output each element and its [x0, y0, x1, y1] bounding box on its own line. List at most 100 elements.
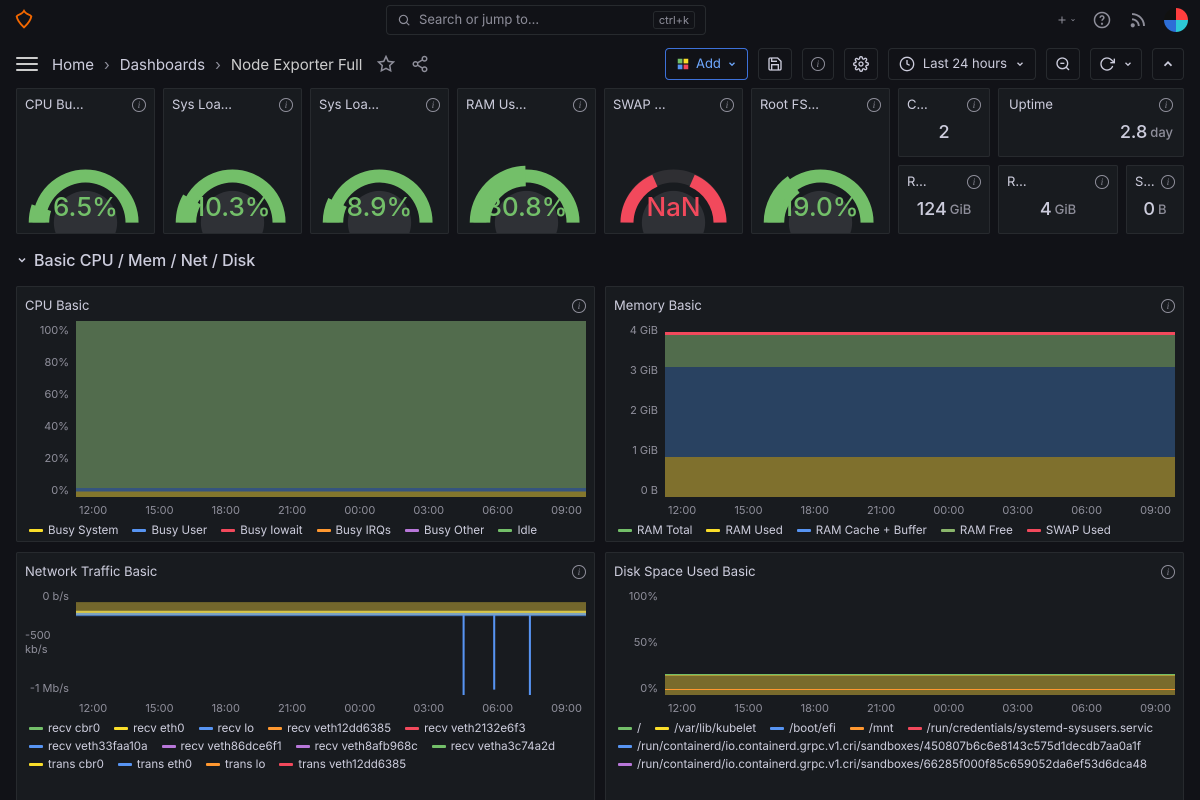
legend-item[interactable]: RAM Cache + Buffer [797, 523, 927, 537]
legend-swatch [29, 529, 43, 532]
info-icon[interactable]: i [426, 98, 440, 112]
legend-swatch [268, 727, 282, 730]
help-icon[interactable] [1092, 10, 1112, 30]
save-button[interactable] [758, 48, 792, 80]
info-icon[interactable]: i [1161, 565, 1175, 579]
legend-swatch [206, 763, 220, 766]
app-topbar: Search or jump to... ctrl+k [0, 0, 1200, 40]
panel-title: SWAP … [613, 97, 714, 113]
refresh-button[interactable] [1090, 48, 1142, 80]
legend-swatch [29, 727, 43, 730]
legend-item[interactable]: /run/credentials/systemd-sysusers.servic [908, 721, 1154, 735]
info-icon[interactable]: i [1161, 175, 1175, 189]
info-icon[interactable]: i [573, 98, 587, 112]
info-icon[interactable]: i [720, 98, 734, 112]
info-icon[interactable]: i [279, 98, 293, 112]
info-icon[interactable]: i [967, 175, 981, 189]
legend-item[interactable]: recv veth2132e6f3 [405, 721, 525, 735]
gauge-panel[interactable]: SWAP …i NaN [604, 88, 743, 234]
chevron-right-icon: › [104, 55, 110, 74]
time-range-picker[interactable]: Last 24 hours [888, 48, 1036, 80]
menu-toggle-button[interactable] [16, 53, 38, 75]
rss-icon[interactable] [1128, 10, 1148, 30]
legend-item[interactable]: recv veth12dd6385 [268, 721, 391, 735]
legend-item[interactable]: Busy System [29, 523, 118, 537]
legend-item[interactable]: Busy User [132, 523, 207, 537]
ram-total-stat[interactable]: R…i4GiB [998, 165, 1118, 234]
info-icon[interactable]: i [132, 98, 146, 112]
chevron-down-icon [727, 59, 737, 69]
legend-item[interactable]: trans veth12dd6385 [279, 757, 406, 771]
swap-total-stat[interactable]: S…i0B [1126, 165, 1184, 234]
legend-item[interactable]: /run/containerd/io.containerd.grpc.v1.cr… [618, 757, 1147, 771]
add-menu-button[interactable] [1056, 10, 1076, 30]
info-icon[interactable]: i [1159, 98, 1173, 112]
dashboard-toolbar: Home › Dashboards › Node Exporter Full A… [0, 40, 1200, 88]
uptime-stat[interactable]: Uptimei2.8day [998, 88, 1184, 157]
settings-button[interactable] [844, 48, 878, 80]
legend-item[interactable]: recv vetha3c74a2d [432, 739, 555, 753]
legend-swatch [296, 745, 310, 748]
legend-item[interactable]: recv lo [199, 721, 255, 735]
legend-item[interactable]: trans cbr0 [29, 757, 104, 771]
zoom-out-button[interactable] [1046, 48, 1080, 80]
breadcrumb-home[interactable]: Home [52, 55, 94, 74]
network-basic-panel[interactable]: Network Traffic Basici 0 b/s-500 kb/s-1 … [16, 552, 595, 800]
legend-item[interactable]: recv cbr0 [29, 721, 100, 735]
info-icon[interactable]: i [867, 98, 881, 112]
favorite-star-icon[interactable] [376, 54, 396, 74]
info-icon[interactable]: i [572, 565, 586, 579]
legend-item[interactable]: recv veth33faa10a [29, 739, 148, 753]
user-avatar[interactable] [1164, 8, 1188, 32]
legend-item[interactable]: Busy IRQs [317, 523, 391, 537]
collapse-button[interactable] [1152, 48, 1184, 80]
legend-item[interactable]: trans eth0 [118, 757, 192, 771]
gauge-panel[interactable]: Sys Loa…i 10.3% [163, 88, 302, 234]
legend-item[interactable]: recv eth0 [114, 721, 184, 735]
info-icon[interactable]: i [1095, 175, 1109, 189]
legend-item[interactable]: recv veth86dce6f1 [162, 739, 282, 753]
legend-item[interactable]: recv veth8afb968c [296, 739, 418, 753]
info-icon[interactable]: i [1161, 299, 1175, 313]
legend-item[interactable]: trans lo [206, 757, 265, 771]
legend-item[interactable]: SWAP Used [1027, 523, 1111, 537]
share-icon[interactable] [410, 54, 430, 74]
legend-item[interactable]: /run/containerd/io.containerd.grpc.v1.cr… [618, 739, 1141, 753]
info-icon[interactable]: i [967, 98, 981, 112]
memory-basic-panel[interactable]: Memory Basici 4 GiB3 GiB2 GiB1 GiB0 B 12… [605, 286, 1184, 542]
cpu-cores-stat[interactable]: C…i2 [898, 88, 990, 157]
legend-item[interactable]: Busy Other [405, 523, 484, 537]
legend-item[interactable]: Idle [498, 523, 537, 537]
panel-title: Disk Space Used Basic [614, 564, 1155, 580]
legend-item[interactable]: RAM Used [706, 523, 782, 537]
gauge-panel[interactable]: Root FS…i 19.0% [751, 88, 890, 234]
breadcrumb: Home › Dashboards › Node Exporter Full [52, 55, 362, 74]
disk-basic-panel[interactable]: Disk Space Used Basici 100%50%0% 12:0015… [605, 552, 1184, 800]
grafana-logo-icon[interactable] [12, 8, 36, 32]
legend-item[interactable]: / [618, 721, 641, 735]
legend-swatch [908, 727, 922, 730]
legend-item[interactable]: RAM Free [941, 523, 1013, 537]
gauge-panel[interactable]: Sys Loa…i 8.9% [310, 88, 449, 234]
breadcrumb-dashboards[interactable]: Dashboards [120, 55, 205, 74]
panel-title: Memory Basic [614, 298, 1155, 314]
legend-item[interactable]: RAM Total [618, 523, 692, 537]
legend-swatch [941, 529, 955, 532]
legend-item[interactable]: /var/lib/kubelet [655, 721, 756, 735]
add-panel-button[interactable]: Add [665, 48, 748, 80]
global-search-input[interactable]: Search or jump to... ctrl+k [386, 5, 706, 35]
section-header[interactable]: Basic CPU / Mem / Net / Disk [16, 244, 1184, 276]
gauge-panel[interactable]: CPU Bu…i 6.5% [16, 88, 155, 234]
legend-item[interactable]: Busy Iowait [221, 523, 302, 537]
legend-swatch [114, 727, 128, 730]
legend-item[interactable]: /mnt [850, 721, 894, 735]
legend-item[interactable]: /boot/efi [770, 721, 836, 735]
breadcrumb-current: Node Exporter Full [231, 55, 363, 74]
gauge-panel[interactable]: RAM Us…i 30.8% [457, 88, 596, 234]
legend-swatch [29, 763, 43, 766]
cpu-basic-panel[interactable]: CPU Basici 100%80%60%40%20%0% 12:0015:00… [16, 286, 595, 542]
info-icon[interactable]: i [572, 299, 586, 313]
legend-swatch [405, 727, 419, 730]
rootfs-stat[interactable]: R…i124GiB [898, 165, 990, 234]
dashboard-insights-button[interactable]: i [802, 48, 834, 80]
